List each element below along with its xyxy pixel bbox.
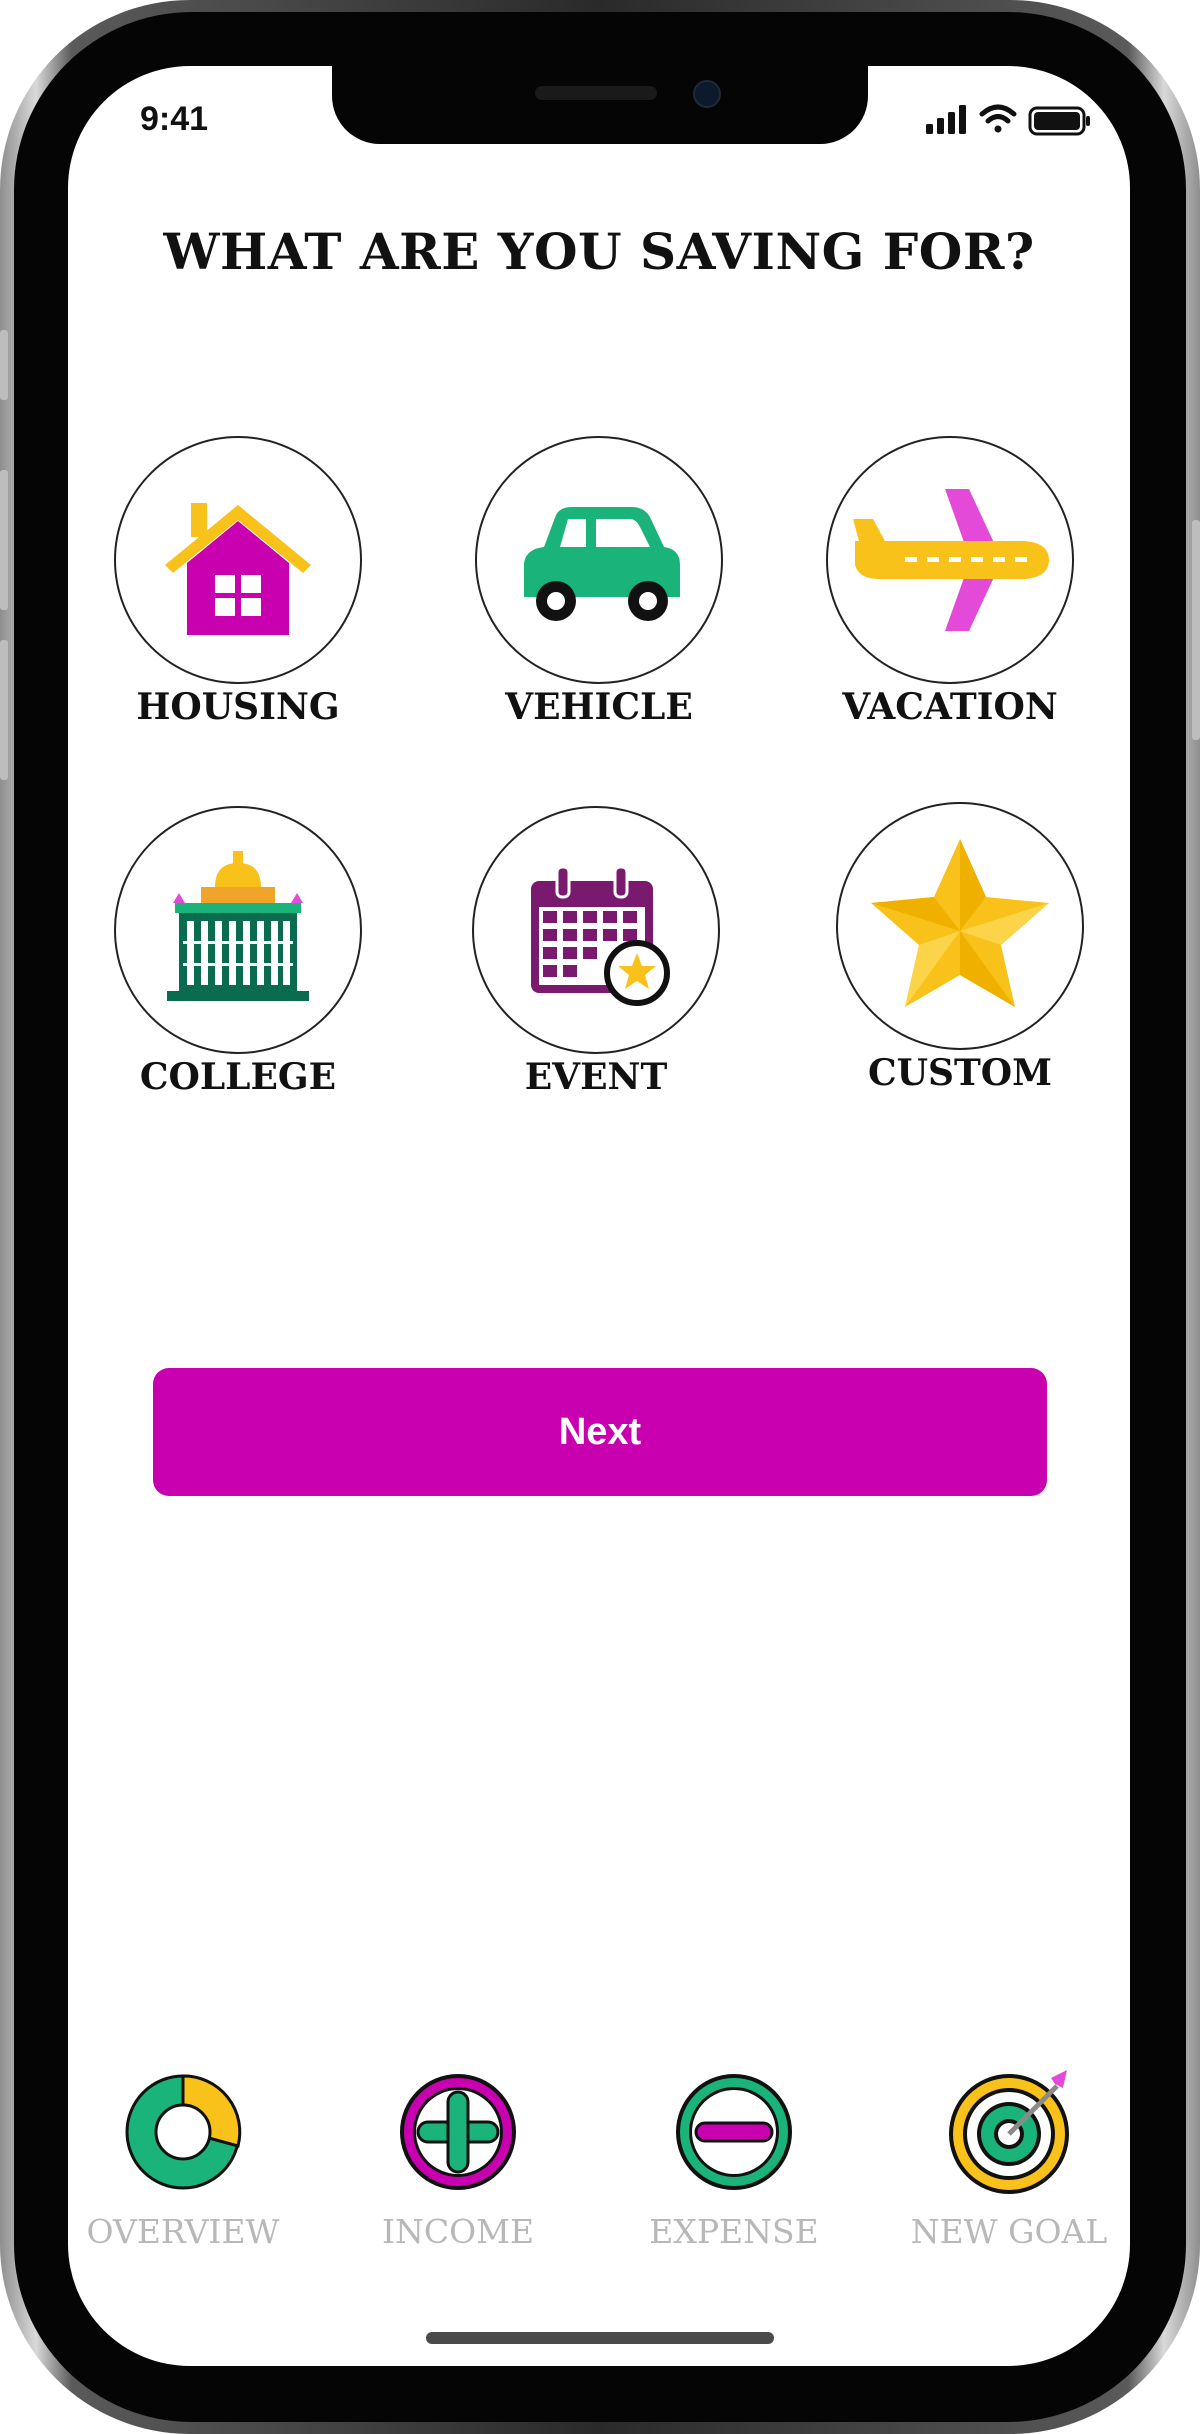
option-circle xyxy=(826,436,1074,684)
star-icon xyxy=(871,839,1049,1007)
option-circle xyxy=(836,802,1084,1050)
option-housing[interactable]: HOUSING xyxy=(88,436,388,746)
notch xyxy=(332,66,868,144)
option-vehicle[interactable]: VEHICLE xyxy=(449,436,749,746)
option-circle xyxy=(475,436,723,684)
power-button xyxy=(1192,520,1200,740)
status-time: 9:41 xyxy=(140,100,209,138)
home-indicator xyxy=(426,2332,774,2344)
option-circle xyxy=(472,806,720,1054)
option-circle xyxy=(114,436,362,684)
target-icon xyxy=(939,2062,1079,2202)
tab-new-goal[interactable]: NEW GOAL xyxy=(894,2062,1124,2262)
option-event[interactable]: EVENT xyxy=(446,806,746,1116)
plus-circle-icon xyxy=(388,2062,528,2202)
battery-icon xyxy=(1028,106,1090,136)
option-circle xyxy=(114,806,362,1054)
donut-chart-icon xyxy=(113,2062,253,2202)
mute-switch xyxy=(0,330,8,400)
next-button[interactable]: Next xyxy=(153,1368,1047,1496)
option-label: HOUSING xyxy=(136,686,340,728)
status-icons xyxy=(926,102,1096,138)
option-college[interactable]: COLLEGE xyxy=(88,806,388,1116)
house-icon xyxy=(165,503,311,635)
volume-down-button xyxy=(0,640,8,780)
earpiece-speaker xyxy=(535,86,657,100)
option-label: COLLEGE xyxy=(139,1056,337,1098)
cellular-signal-icon xyxy=(926,105,966,134)
page-title: WHAT ARE YOU SAVING FOR? xyxy=(163,222,1035,281)
option-label: EVENT xyxy=(524,1056,668,1098)
calendar-star-icon xyxy=(531,865,670,1006)
option-vacation[interactable]: VACATION xyxy=(800,436,1100,746)
front-camera xyxy=(693,80,721,108)
tab-label: OVERVIEW xyxy=(86,2212,280,2251)
airplane-icon xyxy=(853,489,1049,631)
option-label: VACATION xyxy=(842,686,1058,728)
tab-label: EXPENSE xyxy=(649,2212,819,2251)
minus-circle-icon xyxy=(664,2062,804,2202)
tab-label: INCOME xyxy=(381,2212,535,2251)
tab-overview[interactable]: OVERVIEW xyxy=(68,2062,298,2262)
wifi-icon xyxy=(979,104,1017,133)
car-icon xyxy=(524,507,680,621)
tab-income[interactable]: INCOME xyxy=(343,2062,573,2262)
volume-up-button xyxy=(0,470,8,610)
tab-label: NEW GOAL xyxy=(910,2212,1108,2251)
option-label: VEHICLE xyxy=(505,686,693,728)
option-label: CUSTOM xyxy=(867,1052,1053,1094)
tab-expense[interactable]: EXPENSE xyxy=(619,2062,849,2262)
college-building-icon xyxy=(167,851,309,1001)
app-screen: 9:41 WHAT ARE YOU SAVING FOR? HOUSING VE… xyxy=(68,66,1130,2366)
option-custom[interactable]: CUSTOM xyxy=(810,802,1110,1112)
